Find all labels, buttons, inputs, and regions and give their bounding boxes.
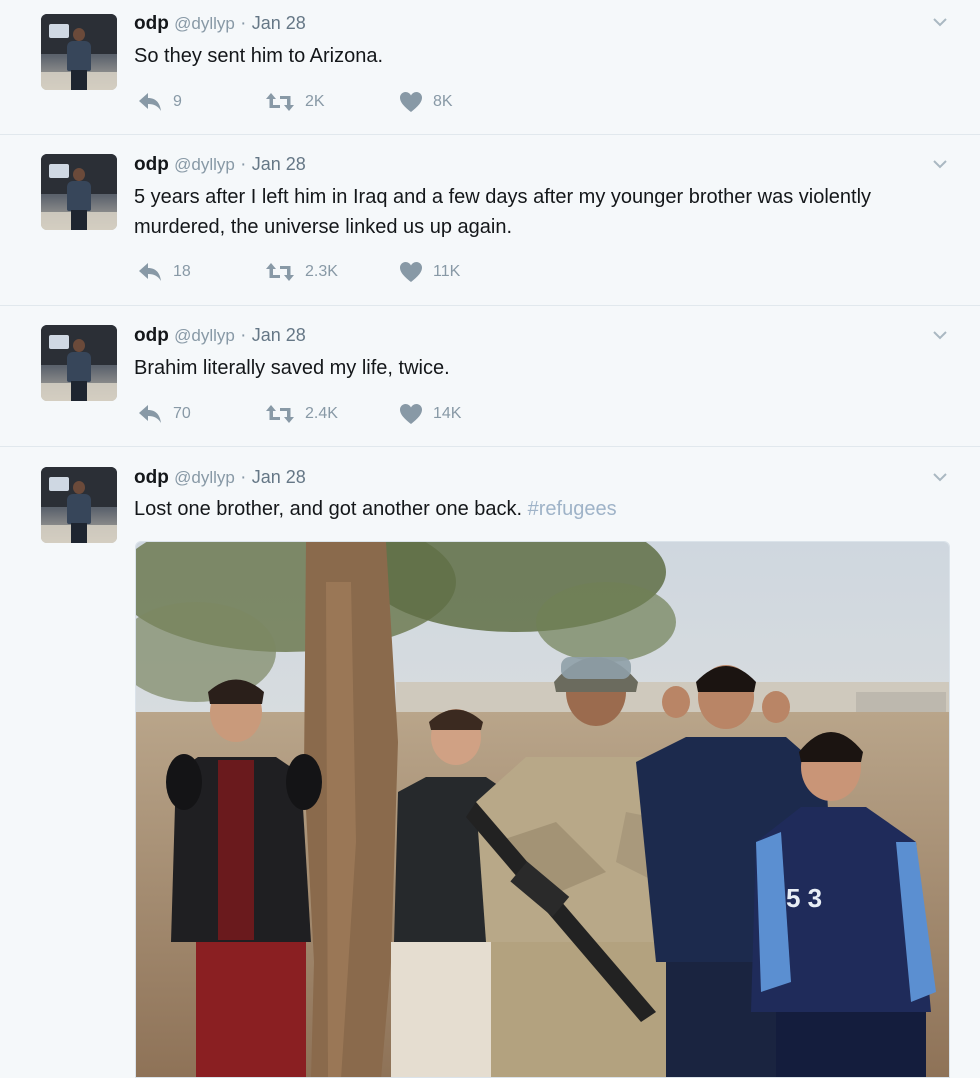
tweet-date[interactable]: Jan 28 bbox=[252, 325, 306, 345]
display-name[interactable]: odp bbox=[134, 13, 169, 34]
heart-icon bbox=[400, 262, 422, 282]
retweet-count: 2K bbox=[305, 93, 325, 110]
tweet[interactable]: odp @dyllyp · Jan 28 Brahim literally sa… bbox=[0, 306, 980, 447]
reply-count: 18 bbox=[173, 263, 191, 280]
retweet-button[interactable]: 2K bbox=[265, 90, 325, 114]
like-button[interactable]: 14K bbox=[399, 402, 461, 426]
separator: · bbox=[240, 13, 247, 34]
user-handle[interactable]: @dyllyp bbox=[174, 14, 235, 33]
tweet-date[interactable]: Jan 28 bbox=[252, 154, 306, 174]
tweet-header: odp @dyllyp · Jan 28 bbox=[134, 13, 306, 35]
tweet-header: odp @dyllyp · Jan 28 bbox=[134, 467, 306, 489]
reply-button[interactable]: 9 bbox=[137, 90, 182, 114]
like-button[interactable]: 8K bbox=[399, 90, 453, 114]
retweet-count: 2.4K bbox=[305, 405, 338, 422]
chevron-down-icon[interactable] bbox=[933, 157, 947, 171]
reply-icon bbox=[139, 263, 161, 281]
reply-button[interactable]: 18 bbox=[137, 260, 191, 284]
display-name[interactable]: odp bbox=[134, 154, 169, 175]
user-handle[interactable]: @dyllyp bbox=[174, 155, 235, 174]
retweet-icon bbox=[266, 405, 294, 423]
separator: · bbox=[240, 325, 247, 346]
separator: · bbox=[240, 467, 247, 488]
separator: · bbox=[240, 154, 247, 175]
tweet-header: odp @dyllyp · Jan 28 bbox=[134, 325, 306, 347]
retweet-button[interactable]: 2.4K bbox=[265, 402, 338, 426]
chevron-down-icon[interactable] bbox=[933, 15, 947, 29]
tweet-text: So they sent him to Arizona. bbox=[134, 45, 384, 67]
tweet-date[interactable]: Jan 28 bbox=[252, 13, 306, 33]
hashtag-link[interactable]: #refugees bbox=[528, 498, 617, 520]
reply-icon bbox=[139, 405, 161, 423]
reply-count: 9 bbox=[173, 93, 182, 110]
tweet-text: Lost one brother, and got another one ba… bbox=[134, 494, 934, 524]
retweet-button[interactable]: 2.3K bbox=[265, 260, 338, 284]
avatar[interactable] bbox=[41, 154, 117, 230]
avatar[interactable] bbox=[41, 325, 117, 401]
tweet-header: odp @dyllyp · Jan 28 bbox=[134, 154, 306, 176]
tweet[interactable]: odp @dyllyp · Jan 28 5 years after I lef… bbox=[0, 135, 980, 306]
retweet-icon bbox=[266, 93, 294, 111]
tweet-text-body: Lost one brother, and got another one ba… bbox=[134, 498, 523, 520]
tweet[interactable]: odp @dyllyp · Jan 28 So they sent him to… bbox=[0, 0, 980, 135]
reply-count: 70 bbox=[173, 405, 191, 422]
tweet-text: 5 years after I left him in Iraq and a f… bbox=[134, 186, 872, 238]
reply-button[interactable]: 70 bbox=[137, 402, 191, 426]
reply-icon bbox=[139, 93, 161, 111]
tweet-text: Brahim literally saved my life, twice. bbox=[134, 357, 450, 379]
like-count: 8K bbox=[433, 93, 453, 110]
like-button[interactable]: 11K bbox=[399, 260, 460, 284]
user-handle[interactable]: @dyllyp bbox=[174, 326, 235, 345]
heart-icon bbox=[400, 404, 422, 424]
like-count: 14K bbox=[433, 405, 462, 422]
retweet-icon bbox=[266, 263, 294, 281]
avatar[interactable] bbox=[41, 14, 117, 90]
tweet-date[interactable]: Jan 28 bbox=[252, 467, 306, 487]
tweet-photo[interactable]: 5 3 bbox=[135, 541, 950, 1078]
avatar[interactable] bbox=[41, 467, 117, 543]
retweet-count: 2.3K bbox=[305, 263, 338, 280]
chevron-down-icon[interactable] bbox=[933, 470, 947, 484]
photo-soldier-with-boys: 5 3 bbox=[136, 542, 949, 1077]
like-count: 11K bbox=[433, 263, 461, 280]
heart-icon bbox=[400, 92, 422, 112]
display-name[interactable]: odp bbox=[134, 325, 169, 346]
user-handle[interactable]: @dyllyp bbox=[174, 468, 235, 487]
chevron-down-icon[interactable] bbox=[933, 328, 947, 342]
display-name[interactable]: odp bbox=[134, 467, 169, 488]
svg-text:5 3: 5 3 bbox=[786, 883, 822, 913]
